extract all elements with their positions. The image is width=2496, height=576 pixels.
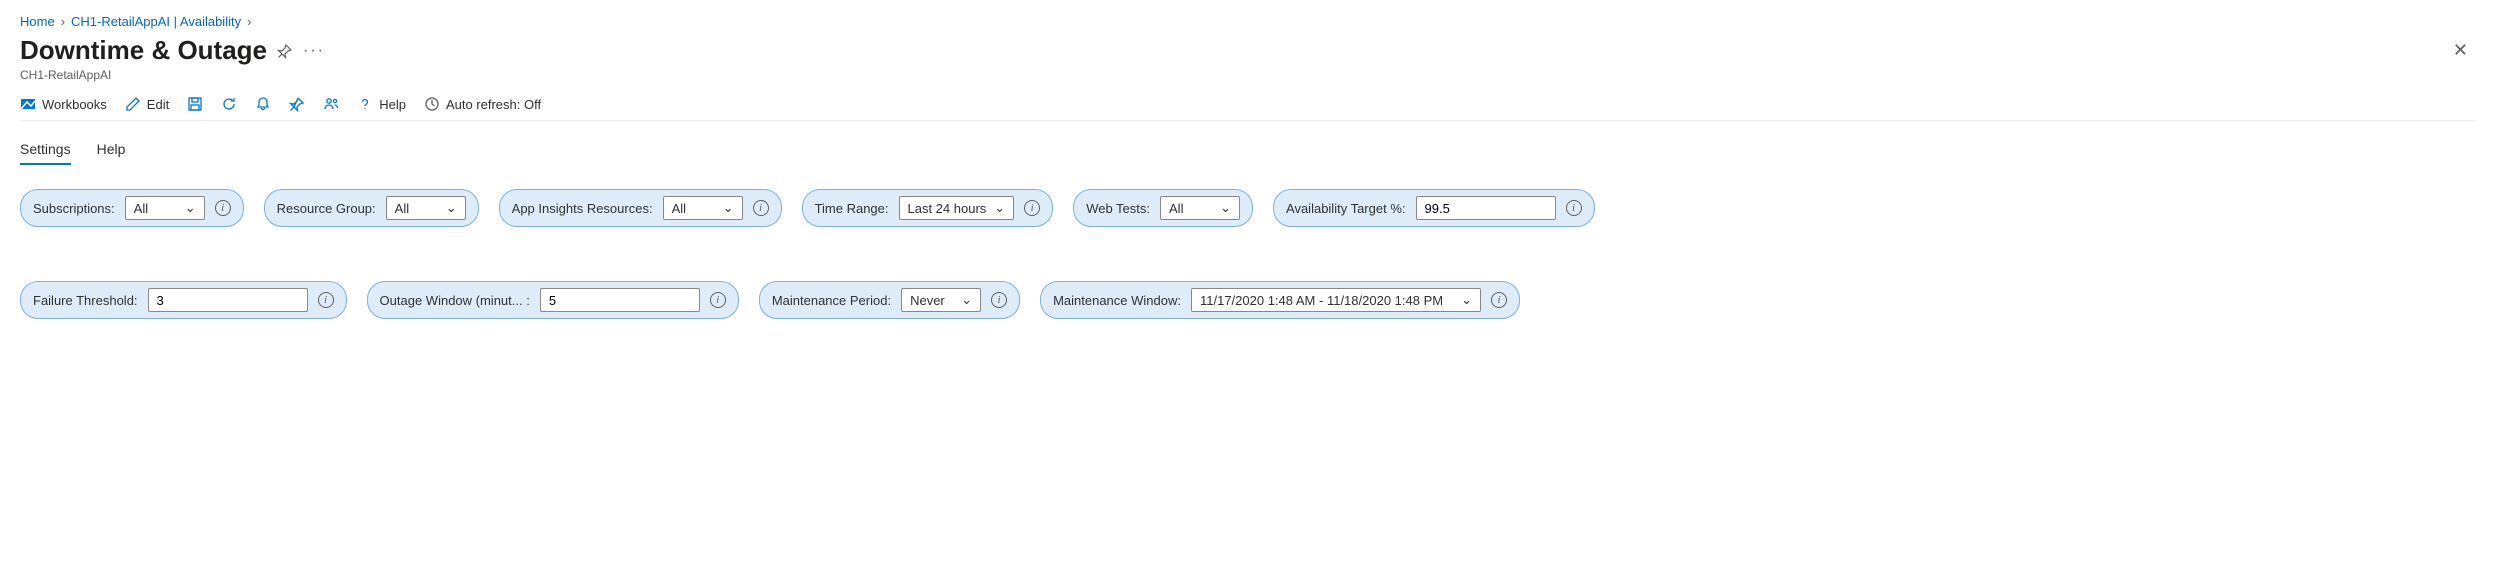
outage-window-label: Outage Window (minut... :	[380, 293, 530, 308]
maintenance-period-label: Maintenance Period:	[772, 293, 891, 308]
web-tests-select[interactable]: All ⌄	[1160, 196, 1240, 220]
web-tests-label: Web Tests:	[1086, 201, 1150, 216]
info-icon[interactable]: i	[753, 200, 769, 216]
info-icon[interactable]: i	[991, 292, 1007, 308]
save-icon[interactable]	[187, 96, 203, 112]
param-resource-group: Resource Group: All ⌄	[264, 189, 479, 227]
tabs: Settings Help	[20, 141, 2476, 165]
people-icon[interactable]	[323, 96, 339, 112]
chevron-down-icon: ⌄	[723, 200, 734, 216]
param-maintenance-period: Maintenance Period: Never ⌄ i	[759, 281, 1020, 319]
app-insights-label: App Insights Resources:	[512, 201, 653, 216]
failure-threshold-label: Failure Threshold:	[33, 293, 138, 308]
workbooks-button[interactable]: Workbooks	[20, 96, 107, 112]
param-failure-threshold: Failure Threshold: i	[20, 281, 347, 319]
tab-help[interactable]: Help	[97, 141, 126, 165]
app-insights-select[interactable]: All ⌄	[663, 196, 743, 220]
chevron-down-icon: ⌄	[185, 200, 196, 216]
edit-button[interactable]: Edit	[125, 96, 169, 112]
more-icon[interactable]: ···	[303, 42, 325, 60]
web-tests-value: All	[1169, 201, 1183, 216]
toolbar: Workbooks Edit Help Auto refresh: Off	[20, 96, 2476, 121]
param-subscriptions: Subscriptions: All ⌄ i	[20, 189, 244, 227]
time-range-value: Last 24 hours	[908, 201, 987, 216]
param-row-2: Failure Threshold: i Outage Window (minu…	[20, 281, 2476, 319]
info-icon[interactable]: i	[1566, 200, 1582, 216]
pin-icon[interactable]	[277, 43, 293, 59]
info-icon[interactable]: i	[710, 292, 726, 308]
subscriptions-value: All	[134, 201, 148, 216]
param-time-range: Time Range: Last 24 hours ⌄ i	[802, 189, 1054, 227]
time-range-select[interactable]: Last 24 hours ⌄	[899, 196, 1015, 220]
param-availability-target: Availability Target %: i	[1273, 189, 1594, 227]
availability-target-input[interactable]	[1416, 196, 1556, 220]
page-title: Downtime & Outage	[20, 35, 267, 66]
param-app-insights: App Insights Resources: All ⌄ i	[499, 189, 782, 227]
pin-toolbar-icon[interactable]	[289, 96, 305, 112]
param-outage-window: Outage Window (minut... : i	[367, 281, 739, 319]
param-maintenance-window: Maintenance Window: 11/17/2020 1:48 AM -…	[1040, 281, 1520, 319]
subscriptions-label: Subscriptions:	[33, 201, 115, 216]
auto-refresh-label: Auto refresh: Off	[446, 97, 541, 112]
info-icon[interactable]: i	[318, 292, 334, 308]
close-button[interactable]: ✕	[2445, 36, 2476, 65]
maintenance-period-select[interactable]: Never ⌄	[901, 288, 981, 312]
info-icon[interactable]: i	[1491, 292, 1507, 308]
resource-group-label: Resource Group:	[277, 201, 376, 216]
time-range-label: Time Range:	[815, 201, 889, 216]
workbooks-label: Workbooks	[42, 97, 107, 112]
chevron-right-icon: ›	[247, 14, 251, 29]
chevron-right-icon: ›	[61, 14, 65, 29]
page-header: Downtime & Outage ··· ✕	[20, 35, 2476, 66]
app-insights-value: All	[672, 201, 686, 216]
breadcrumb-home[interactable]: Home	[20, 14, 55, 29]
refresh-icon[interactable]	[221, 96, 237, 112]
chevron-down-icon: ⌄	[1461, 292, 1472, 308]
outage-window-input[interactable]	[540, 288, 700, 312]
page-subtitle: CH1-RetailAppAI	[20, 68, 2476, 82]
maintenance-window-select[interactable]: 11/17/2020 1:48 AM - 11/18/2020 1:48 PM …	[1191, 288, 1481, 312]
resource-group-value: All	[395, 201, 409, 216]
chevron-down-icon: ⌄	[961, 292, 972, 308]
help-label: Help	[379, 97, 406, 112]
info-icon[interactable]: i	[1024, 200, 1040, 216]
chevron-down-icon: ⌄	[1220, 200, 1231, 216]
maintenance-window-value: 11/17/2020 1:48 AM - 11/18/2020 1:48 PM	[1200, 293, 1443, 308]
failure-threshold-input[interactable]	[148, 288, 308, 312]
edit-label: Edit	[147, 97, 169, 112]
alert-icon[interactable]	[255, 96, 271, 112]
chevron-down-icon: ⌄	[446, 200, 457, 216]
resource-group-select[interactable]: All ⌄	[386, 196, 466, 220]
param-web-tests: Web Tests: All ⌄	[1073, 189, 1253, 227]
maintenance-period-value: Never	[910, 293, 945, 308]
param-row-1: Subscriptions: All ⌄ i Resource Group: A…	[20, 189, 2476, 227]
help-button[interactable]: Help	[357, 96, 406, 112]
subscriptions-select[interactable]: All ⌄	[125, 196, 205, 220]
breadcrumb: Home › CH1-RetailAppAI | Availability ›	[20, 14, 2476, 29]
info-icon[interactable]: i	[215, 200, 231, 216]
breadcrumb-parent[interactable]: CH1-RetailAppAI | Availability	[71, 14, 241, 29]
availability-target-label: Availability Target %:	[1286, 201, 1405, 216]
maintenance-window-label: Maintenance Window:	[1053, 293, 1181, 308]
auto-refresh-button[interactable]: Auto refresh: Off	[424, 96, 541, 112]
tab-settings[interactable]: Settings	[20, 141, 71, 165]
chevron-down-icon: ⌄	[994, 200, 1005, 216]
